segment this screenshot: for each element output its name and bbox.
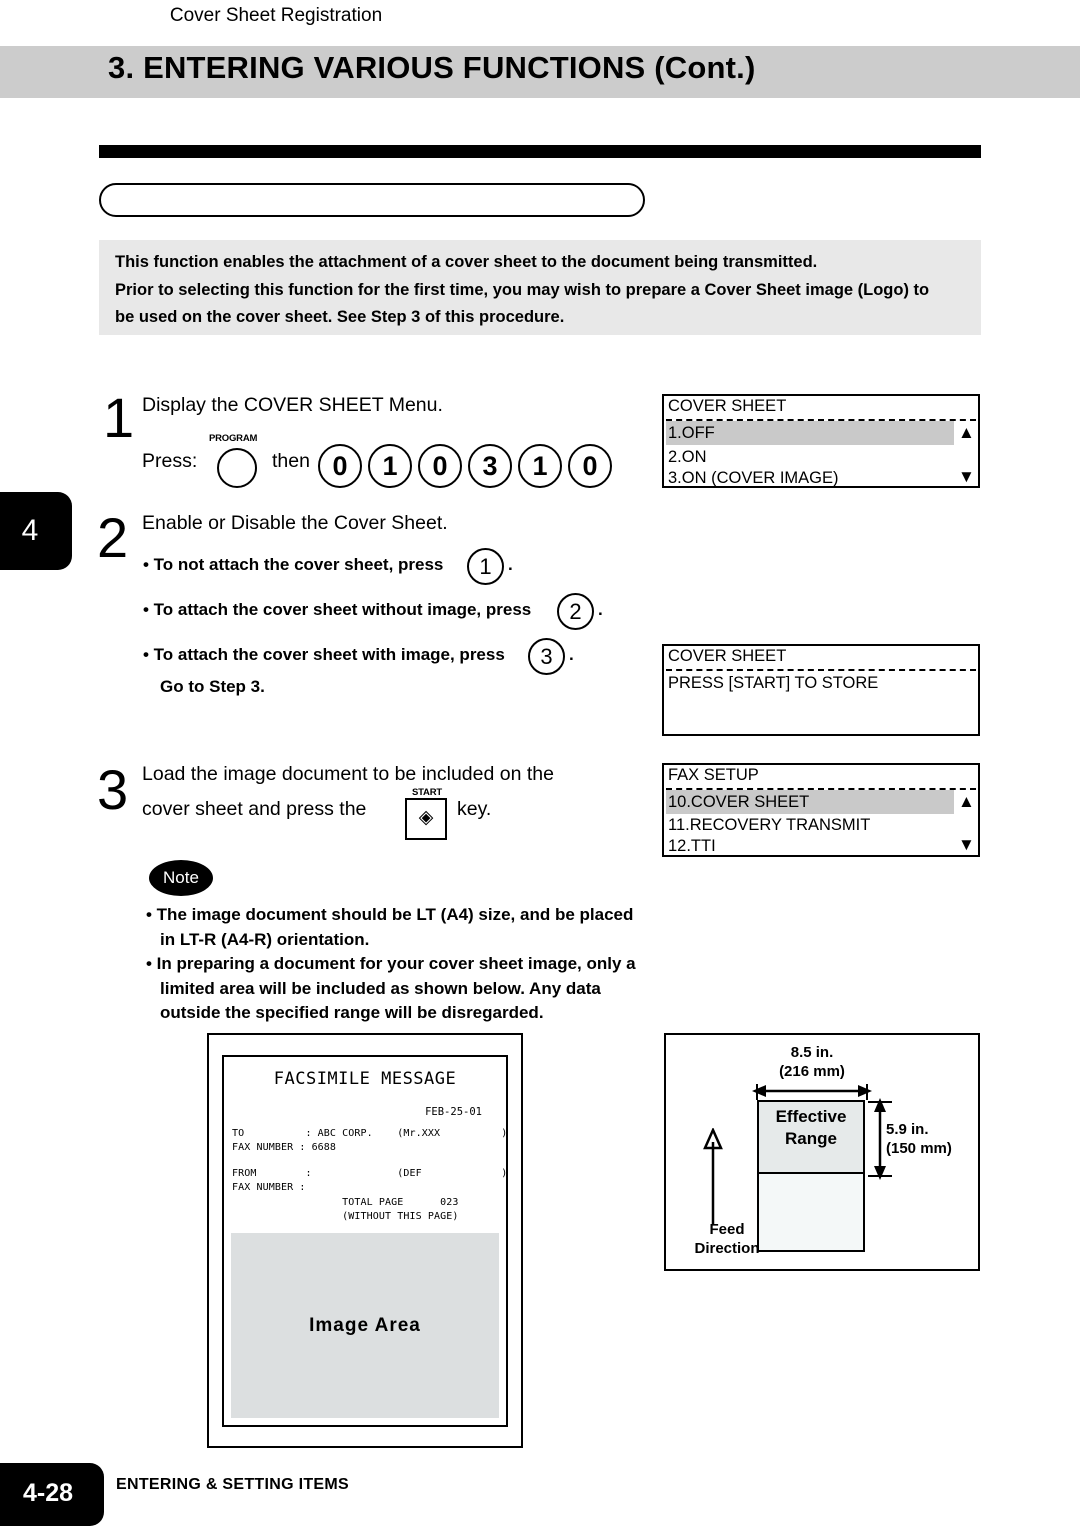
- range-width-arrow-icon: [752, 1084, 872, 1100]
- section-title-pill: [99, 183, 645, 217]
- step-2-bullet-2: • To attach the cover sheet without imag…: [143, 600, 532, 619]
- feed-direction-line-2: Direction: [694, 1240, 760, 1257]
- note-line-4: limited area will be included as shown b…: [160, 978, 601, 998]
- chapter-tab-number: 4: [21, 514, 39, 547]
- section-title-label: Cover Sheet Registration: [169, 5, 383, 26]
- lcd-2-title: COVER SHEET: [668, 647, 787, 665]
- intro-line-3: be used on the cover sheet. See Step 3 o…: [115, 308, 565, 326]
- option-key-2[interactable]: 2: [557, 593, 594, 630]
- program-key-label: PROGRAM: [209, 433, 258, 444]
- numeric-key-1-b[interactable]: 1: [518, 444, 562, 488]
- sample-document-title: FACSIMILE MESSAGE: [273, 1069, 457, 1089]
- option-key-3[interactable]: 3: [528, 638, 565, 675]
- feed-direction-arrow-icon: [703, 1128, 723, 1224]
- note-line-3: • In preparing a document for your cover…: [146, 954, 636, 973]
- lcd-3-row-1[interactable]: 10.COVER SHEET: [666, 790, 954, 814]
- step-2-number: 2: [97, 506, 129, 569]
- lcd-3-scroll-up-arrow-icon[interactable]: ▲: [958, 793, 975, 810]
- sample-row-from: FROM : (DEF ): [232, 1168, 508, 1179]
- step-1-press-label: Press:: [142, 450, 198, 472]
- step-2-goto-line: Go to Step 3.: [160, 677, 265, 696]
- footer-page-number: 4-28: [22, 1479, 74, 1507]
- intro-paragraph: This function enables the attachment of …: [115, 249, 1055, 332]
- range-height-mm: (150 mm): [886, 1140, 952, 1157]
- step-2-bullet-1: • To not attach the cover sheet, press: [143, 555, 444, 574]
- numeric-key-0-a[interactable]: 0: [318, 444, 362, 488]
- range-width-mm: (216 mm): [779, 1063, 845, 1080]
- step-3-line-2-suffix: key.: [457, 798, 492, 820]
- range-height-inches: 5.9 in.: [886, 1121, 929, 1138]
- note-line-5: outside the specified range will be disr…: [160, 1003, 544, 1022]
- header-divider-rule: [99, 145, 981, 158]
- step-1-number: 1: [103, 386, 135, 449]
- feed-direction-label: Feed Direction: [672, 1220, 782, 1258]
- range-width-inches: 8.5 in.: [790, 1044, 834, 1061]
- step-3-line-2: cover sheet and press the: [142, 798, 367, 820]
- numeric-key-1-a[interactable]: 1: [368, 444, 412, 488]
- step-1-then-label: then: [272, 450, 310, 472]
- lcd-1-row-3[interactable]: 3.ON (COVER IMAGE): [666, 466, 954, 490]
- start-key-label: START: [412, 787, 442, 798]
- lcd-1-scroll-down-arrow-icon[interactable]: ▼: [958, 468, 975, 485]
- note-line-2: in LT-R (A4-R) orientation.: [160, 929, 370, 949]
- lcd-2-row-1: PRESS [START] TO STORE: [668, 674, 879, 692]
- lcd-1-title: COVER SHEET: [668, 397, 787, 415]
- range-height-dimension: 5.9 in. (150 mm): [886, 1120, 986, 1158]
- page-title: 3. ENTERING VARIOUS FUNCTIONS (Cont.): [108, 50, 756, 85]
- sample-row-fax-number-to: FAX NUMBER : 6688: [232, 1142, 337, 1153]
- option-key-1[interactable]: 1: [467, 548, 504, 585]
- lcd-3-scroll-down-arrow-icon[interactable]: ▼: [958, 836, 975, 853]
- sample-row-without-this-page: (WITHOUT THIS PAGE): [232, 1211, 459, 1222]
- sample-image-area-label: Image Area: [309, 1315, 421, 1336]
- intro-line-2: Prior to selecting this function for the…: [115, 280, 930, 299]
- footer-section-title: ENTERING & SETTING ITEMS: [116, 1476, 349, 1493]
- numeric-key-0-c[interactable]: 0: [568, 444, 612, 488]
- note-list: • The image document should be LT (A4) s…: [146, 903, 716, 1026]
- sample-row-to: TO : ABC CORP. (Mr.XXX ): [232, 1128, 508, 1139]
- note-badge-label: Note: [163, 868, 199, 887]
- numeric-key-3[interactable]: 3: [468, 444, 512, 488]
- lcd-3-row-3[interactable]: 12.TTI: [666, 834, 954, 858]
- sample-row-fax-number-from: FAX NUMBER :: [232, 1182, 306, 1193]
- start-diamond-icon: ◈: [418, 807, 434, 828]
- sample-row-total-page: TOTAL PAGE 023: [232, 1197, 459, 1208]
- range-effective-label-line-2: Range: [785, 1129, 837, 1148]
- numeric-key-0-b[interactable]: 0: [418, 444, 462, 488]
- feed-direction-line-1: Feed: [709, 1221, 745, 1238]
- step-3-line-1: Load the image document to be included o…: [142, 763, 554, 785]
- step-2-bullet-3-suffix: .: [569, 645, 574, 664]
- range-effective-label-line-1: Effective: [775, 1107, 847, 1126]
- lcd-3-title: FAX SETUP: [668, 766, 759, 784]
- step-2-instruction: Enable or Disable the Cover Sheet.: [142, 512, 448, 534]
- sample-document-date: FEB-25-01: [425, 1106, 482, 1118]
- note-line-1: • The image document should be LT (A4) s…: [146, 905, 634, 924]
- step-2-bullet-2-suffix: .: [598, 600, 603, 619]
- step-3-number: 3: [97, 758, 129, 821]
- step-2-bullet-3: • To attach the cover sheet with image, …: [143, 645, 505, 664]
- program-key[interactable]: [217, 448, 257, 488]
- lcd-1-scroll-up-arrow-icon[interactable]: ▲: [958, 424, 975, 441]
- range-width-dimension: 8.5 in. (216 mm): [742, 1043, 882, 1081]
- step-1-instruction: Display the COVER SHEET Menu.: [142, 394, 443, 416]
- range-effective-label: Effective Range: [757, 1106, 865, 1150]
- lcd-1-row-1[interactable]: 1.OFF: [666, 421, 954, 445]
- intro-line-1: This function enables the attachment of …: [115, 253, 818, 271]
- step-2-bullet-1-suffix: .: [508, 555, 513, 574]
